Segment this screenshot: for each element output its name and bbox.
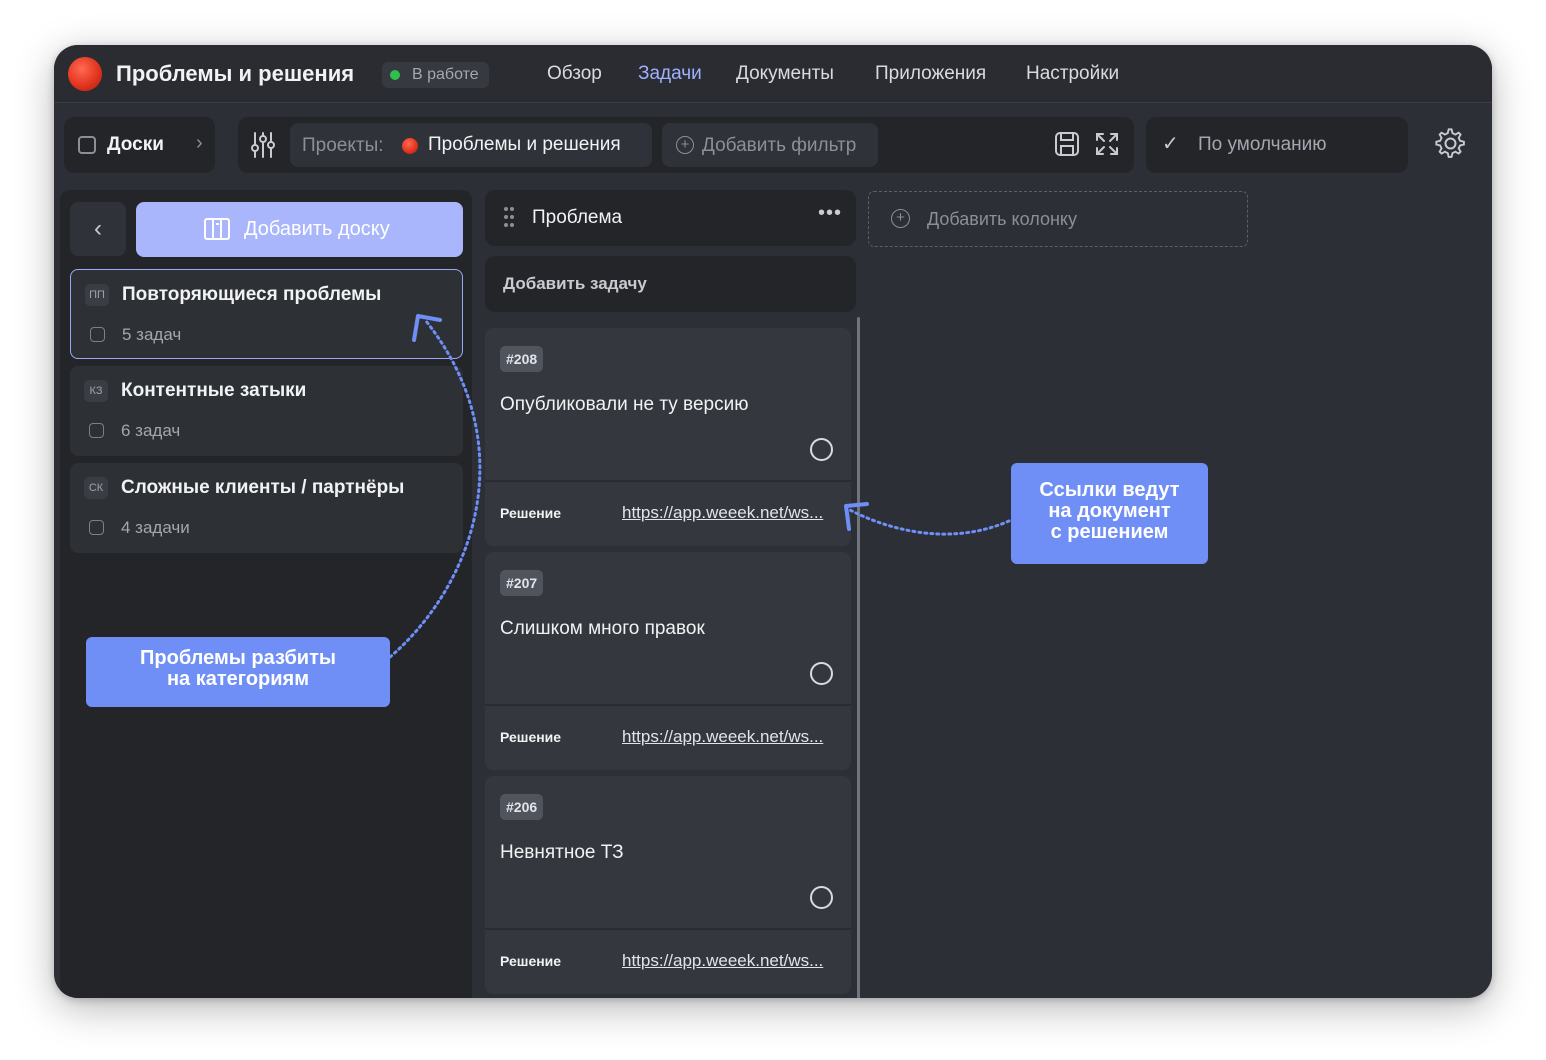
- callout-line: на документ: [1048, 500, 1171, 522]
- callout-line: на категориям: [166, 668, 310, 690]
- boards-toggle-button[interactable]: Доски ›: [64, 117, 215, 173]
- task-id-badge: #206: [500, 794, 544, 820]
- expand-icon[interactable]: [1094, 131, 1120, 157]
- board-name: Контентные затыки: [121, 380, 307, 401]
- kanban-board-icon: [204, 218, 230, 240]
- solution-field-label: Решение: [500, 953, 562, 969]
- projects-filter-key: Проекты:: [302, 135, 384, 156]
- card-divider: [485, 704, 851, 706]
- add-board-button[interactable]: Добавить доску: [136, 202, 463, 257]
- solution-link[interactable]: https://app.weeek.net/ws...: [622, 951, 823, 971]
- task-card-body[interactable]: #206 Невнятное ТЗ: [485, 776, 851, 928]
- board-task-count: 4 задачи: [121, 518, 190, 537]
- solution-field-label: Решение: [500, 505, 562, 521]
- plus-circle-icon: +: [676, 136, 694, 154]
- filter-bar: Проекты: Проблемы и решения + Добавить ф…: [238, 117, 1134, 173]
- add-filter-label: Добавить фильтр: [702, 135, 857, 156]
- task-id-badge: #207: [500, 570, 544, 596]
- add-task-button[interactable]: Добавить задачу: [485, 256, 856, 312]
- board-task-count: 6 задач: [121, 421, 181, 440]
- save-view-icon[interactable]: [1054, 131, 1080, 157]
- boards-label: Доски: [107, 134, 164, 155]
- plus-circle-icon: +: [891, 209, 910, 228]
- callout-line: с решением: [1050, 521, 1169, 543]
- tasks-icon: [90, 327, 105, 342]
- boards-icon: [78, 136, 96, 154]
- card-divider: [485, 480, 851, 482]
- add-board-label: Добавить доску: [244, 218, 390, 240]
- links-callout: Ссылки ведут на документ с решением: [1011, 463, 1208, 564]
- project-logo-icon: [402, 138, 418, 154]
- check-icon: ✓: [1162, 133, 1179, 155]
- project-logo-icon[interactable]: [68, 57, 102, 91]
- task-card[interactable]: #207 Слишком много правок Решение https:…: [485, 552, 851, 770]
- board-item-difficult-clients[interactable]: СК Сложные клиенты / партнёры 4 задачи: [70, 463, 463, 553]
- tasks-icon: [89, 423, 104, 438]
- column-scrollbar[interactable]: [857, 317, 860, 998]
- tasks-icon: [89, 520, 104, 535]
- board-name: Повторяющиеся проблемы: [122, 284, 382, 305]
- board-name: Сложные клиенты / партнёры: [121, 477, 405, 498]
- boards-sidebar: ‹ Добавить доску ПП Повторяющиеся пробле…: [60, 190, 472, 998]
- solution-link[interactable]: https://app.weeek.net/ws...: [622, 503, 823, 523]
- card-divider: [485, 928, 851, 930]
- filter-sliders-icon[interactable]: [250, 131, 276, 159]
- task-title: Невнятное ТЗ: [500, 842, 624, 863]
- board-item-content-blockers[interactable]: КЗ Контентные затыки 6 задач: [70, 366, 463, 456]
- top-bar: Проблемы и решения В работе Обзор Задачи…: [54, 45, 1492, 103]
- task-card[interactable]: #208 Опубликовали не ту версию Решение h…: [485, 328, 851, 546]
- projects-filter-value: Проблемы и решения: [428, 134, 621, 155]
- nav-documents[interactable]: Документы: [736, 63, 834, 85]
- categories-callout: Проблемы разбиты на категориям: [86, 637, 390, 707]
- task-title: Опубликовали не ту версию: [500, 394, 749, 415]
- board-abbr: ПП: [85, 284, 109, 306]
- column-title: Проблема: [532, 207, 623, 228]
- solution-link[interactable]: https://app.weeek.net/ws...: [622, 727, 823, 747]
- collapse-sidebar-button[interactable]: ‹: [70, 202, 126, 256]
- solution-field-label: Решение: [500, 729, 562, 745]
- status-label: В работе: [412, 66, 479, 83]
- column-header[interactable]: Проблема •••: [485, 190, 856, 246]
- add-task-label: Добавить задачу: [503, 274, 647, 293]
- status-badge[interactable]: В работе: [382, 62, 489, 88]
- callout-line: Проблемы разбиты: [140, 647, 336, 669]
- drag-handle-icon[interactable]: [503, 206, 515, 228]
- complete-task-checkbox[interactable]: [810, 662, 833, 685]
- project-title[interactable]: Проблемы и решения: [116, 61, 354, 87]
- add-column-button[interactable]: + Добавить колонку: [868, 191, 1248, 247]
- board-abbr: СК: [84, 477, 108, 499]
- task-id-badge: #208: [500, 346, 544, 372]
- board-abbr: КЗ: [84, 380, 108, 402]
- callout-line: Ссылки ведут: [1039, 479, 1180, 501]
- gear-icon[interactable]: [1435, 128, 1467, 160]
- chevron-right-icon: ›: [196, 132, 203, 154]
- add-filter-button[interactable]: + Добавить фильтр: [662, 123, 878, 167]
- board-item-recurring-problems[interactable]: ПП Повторяющиеся проблемы 5 задач: [70, 269, 463, 359]
- complete-task-checkbox[interactable]: [810, 886, 833, 909]
- view-selector[interactable]: ✓ По умолчанию: [1146, 117, 1408, 173]
- task-title: Слишком много правок: [500, 618, 705, 639]
- more-options-icon[interactable]: •••: [818, 202, 842, 225]
- task-card-body[interactable]: #207 Слишком много правок: [485, 552, 851, 704]
- add-column-label: Добавить колонку: [927, 209, 1077, 229]
- complete-task-checkbox[interactable]: [810, 438, 833, 461]
- projects-filter-chip[interactable]: Проекты: Проблемы и решения: [290, 123, 652, 167]
- nav-tasks[interactable]: Задачи: [638, 63, 702, 85]
- board-task-count: 5 задач: [122, 325, 182, 344]
- nav-apps[interactable]: Приложения: [875, 63, 986, 85]
- view-selector-label: По умолчанию: [1198, 134, 1327, 155]
- app-window: Проблемы и решения В работе Обзор Задачи…: [54, 45, 1492, 998]
- task-card[interactable]: #206 Невнятное ТЗ Решение https://app.we…: [485, 776, 851, 994]
- nav-overview[interactable]: Обзор: [547, 63, 602, 85]
- status-dot-icon: [390, 70, 400, 80]
- nav-settings[interactable]: Настройки: [1026, 63, 1119, 85]
- task-card-body[interactable]: #208 Опубликовали не ту версию: [485, 328, 851, 480]
